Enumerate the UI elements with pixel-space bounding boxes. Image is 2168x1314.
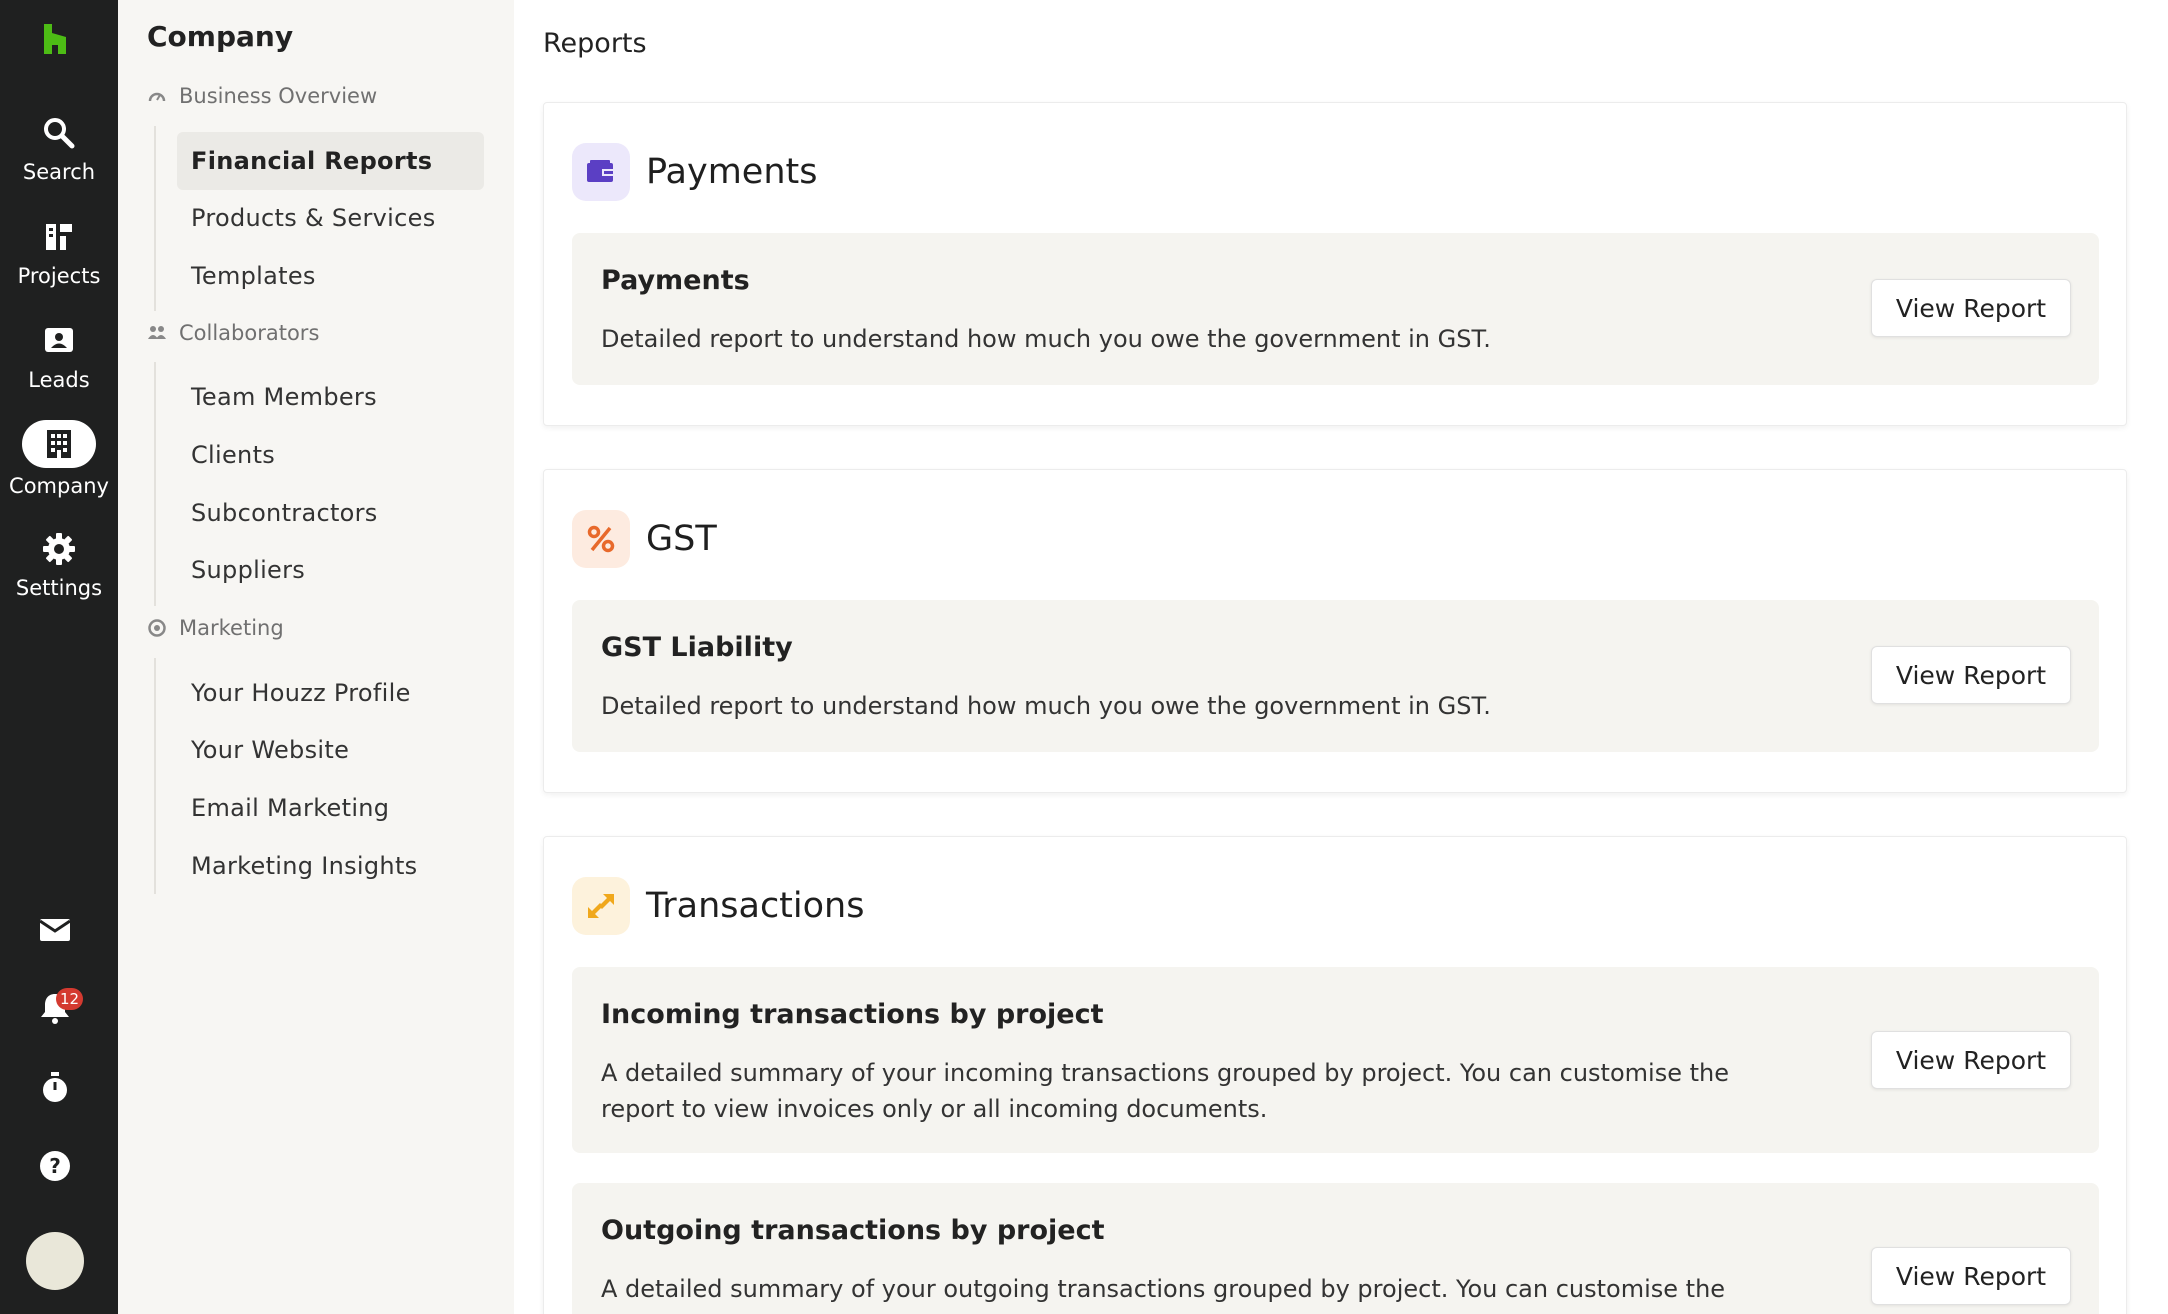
report-description: A detailed summary of your outgoing tran… [601, 1275, 1726, 1314]
sidebar-item-houzz-profile[interactable]: Your Houzz Profile [177, 664, 484, 722]
group-label-text: Collaborators [179, 321, 320, 345]
report-description: A detailed summary of your incoming tran… [601, 1059, 1729, 1123]
sidebar-item-financial-reports[interactable]: Financial Reports [177, 132, 484, 190]
rail-label: Leads [28, 368, 90, 392]
section-title: GST [646, 519, 717, 559]
group-divider [154, 126, 156, 311]
inbox-icon[interactable] [37, 912, 73, 948]
company-icon [47, 430, 71, 458]
sidebar-item-suppliers[interactable]: Suppliers [177, 541, 484, 599]
report-name: Payments [601, 265, 750, 296]
gear-icon [43, 533, 75, 565]
timer-icon[interactable] [37, 1070, 73, 1106]
sidebar-item-subcontractors[interactable]: Subcontractors [177, 484, 484, 542]
leads-icon [45, 328, 73, 352]
rail-label: Settings [15, 576, 103, 600]
report-description: Detailed report to understand how much y… [601, 692, 1491, 720]
group-label-marketing: Marketing [147, 616, 284, 640]
rail-active-pill [22, 420, 96, 468]
people-icon [148, 326, 166, 339]
main-content: Reports Payments Payments Detailed repor… [514, 0, 2168, 1314]
report-row: Outgoing transactions by project A detai… [572, 1183, 2099, 1314]
gauge-icon [148, 92, 166, 102]
rail-label: Projects [17, 264, 101, 288]
report-name: Incoming transactions by project [601, 999, 1104, 1030]
houzz-logo-icon[interactable] [40, 22, 70, 56]
at-sign-icon [148, 619, 166, 637]
arrows-icon [572, 877, 630, 935]
avatar[interactable] [26, 1232, 84, 1290]
group-label-collaborators: Collaborators [147, 321, 319, 345]
report-row: Incoming transactions by project A detai… [572, 967, 2099, 1153]
percent-icon [572, 510, 630, 568]
section-card-transactions: Transactions Incoming transactions by pr… [543, 836, 2127, 1314]
sidebar-item-team-members[interactable]: Team Members [177, 368, 484, 426]
rail-item-search[interactable]: Search [0, 114, 118, 184]
projects-icon [46, 224, 72, 250]
rail-item-projects[interactable]: Projects [0, 218, 118, 288]
section-card-gst: GST GST Liability Detailed report to und… [543, 469, 2127, 793]
sidebar-item-clients[interactable]: Clients [177, 426, 484, 484]
rail-item-settings[interactable]: Settings [0, 530, 118, 600]
group-divider [154, 658, 156, 894]
page-title: Reports [543, 28, 647, 59]
view-report-button[interactable]: View Report [1871, 1031, 2071, 1089]
report-row: GST Liability Detailed report to underst… [572, 600, 2099, 752]
sidebar-item-products-services[interactable]: Products & Services [177, 189, 484, 247]
rail-item-leads[interactable]: Leads [0, 322, 118, 392]
report-name: Outgoing transactions by project [601, 1215, 1105, 1246]
sidebar-item-your-website[interactable]: Your Website [177, 721, 484, 779]
notification-badge: 12 [56, 988, 84, 1010]
view-report-button[interactable]: View Report [1871, 279, 2071, 337]
report-description: Detailed report to understand how much y… [601, 325, 1491, 353]
section-header: GST [572, 510, 717, 568]
help-icon[interactable]: ? [37, 1148, 73, 1184]
section-title: Transactions [646, 886, 865, 926]
app-rail: Search Projects Leads Company Settings 1… [0, 0, 118, 1314]
company-sidebar: Company Business Overview Financial Repo… [118, 0, 514, 1314]
sidebar-title: Company [147, 20, 294, 53]
view-report-button[interactable]: View Report [1871, 1247, 2071, 1305]
section-header: Payments [572, 143, 817, 201]
section-header: Transactions [572, 877, 864, 935]
sidebar-item-templates[interactable]: Templates [177, 247, 484, 305]
svg-text:?: ? [49, 1154, 61, 1178]
search-icon [44, 118, 75, 149]
report-name: GST Liability [601, 632, 793, 663]
rail-label: Search [22, 160, 96, 184]
group-label-text: Marketing [179, 616, 284, 640]
group-label-business-overview: Business Overview [147, 84, 377, 108]
section-card-payments: Payments Payments Detailed report to und… [543, 102, 2127, 426]
group-divider [154, 362, 156, 606]
rail-item-company[interactable]: Company [0, 420, 118, 498]
rail-label: Company [9, 474, 109, 498]
section-title: Payments [646, 152, 818, 192]
sidebar-item-email-marketing[interactable]: Email Marketing [177, 779, 484, 837]
report-row: Payments Detailed report to understand h… [572, 233, 2099, 385]
view-report-button[interactable]: View Report [1871, 646, 2071, 704]
group-label-text: Business Overview [179, 84, 378, 108]
wallet-icon [572, 143, 630, 201]
sidebar-item-marketing-insights[interactable]: Marketing Insights [177, 837, 484, 895]
